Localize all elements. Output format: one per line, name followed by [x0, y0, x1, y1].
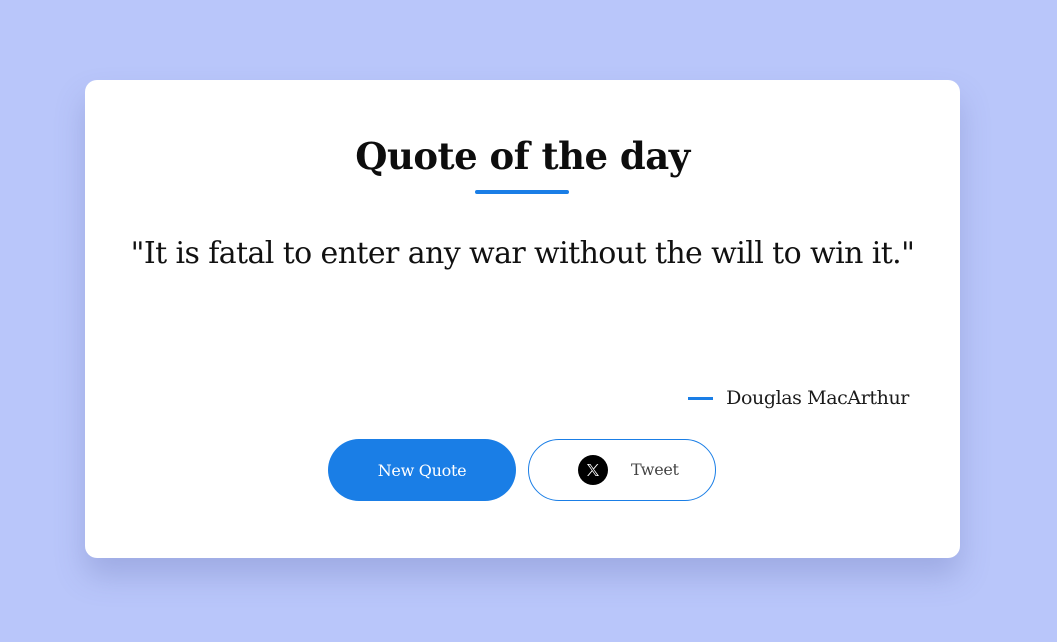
tweet-label: Tweet: [631, 460, 679, 479]
quote-text: "It is fatal to enter any war without th…: [130, 236, 915, 271]
new-quote-button[interactable]: New Quote: [328, 439, 516, 501]
author-row: Douglas MacArthur: [688, 383, 909, 413]
x-logo-icon: [578, 455, 608, 485]
new-quote-label: New Quote: [377, 460, 467, 480]
quote-author: Douglas MacArthur: [726, 387, 909, 409]
quote-card: Quote of the day "It is fatal to enter a…: [85, 80, 960, 558]
tweet-button[interactable]: Tweet: [528, 439, 716, 501]
title-underline: [475, 190, 569, 194]
author-dash: [688, 396, 714, 400]
page-title: Quote of the day: [355, 134, 690, 178]
